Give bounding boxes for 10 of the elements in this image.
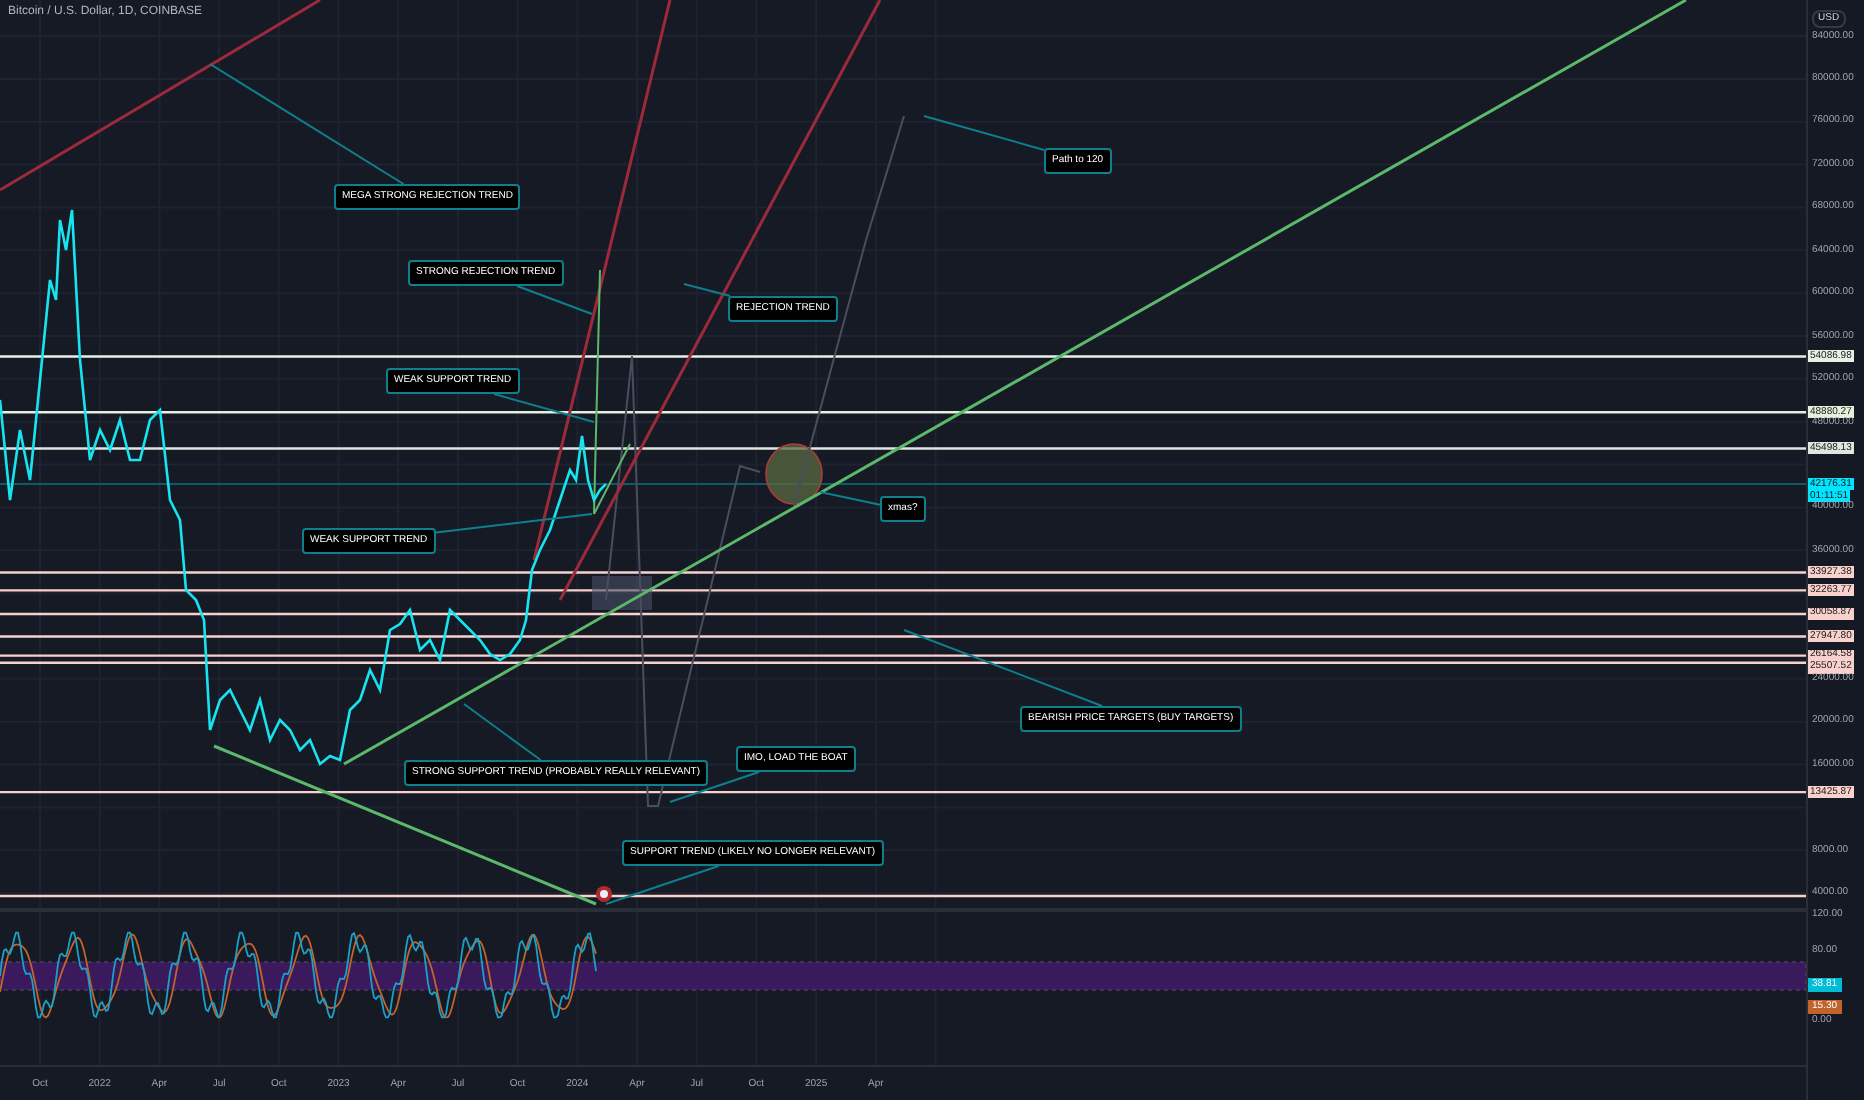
ellipse-marker — [765, 443, 823, 505]
leader-line — [605, 865, 720, 905]
leader-line — [516, 285, 593, 315]
leader-line — [493, 393, 595, 423]
marker-icon — [596, 886, 612, 902]
leader-line — [463, 703, 542, 761]
leader-line — [819, 491, 881, 506]
leader-line — [923, 115, 1045, 151]
leader-line — [683, 283, 732, 297]
range-box — [592, 576, 652, 610]
